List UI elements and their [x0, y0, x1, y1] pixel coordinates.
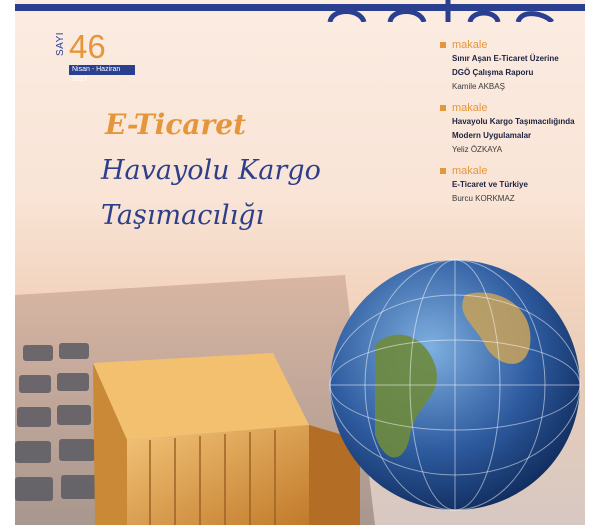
- article-tag: makale: [440, 38, 585, 52]
- article-author: Yeliz ÖZKAYA: [452, 145, 503, 154]
- tag-square-icon: [440, 42, 446, 48]
- article-title-line: DGÖ Çalışma Raporu: [452, 68, 534, 77]
- article-item: makale Havayolu Kargo Taşımacılığında Mo…: [440, 101, 585, 156]
- article-author: Kamile AKBAŞ: [452, 82, 505, 91]
- article-title-line: E-Ticaret ve Türkiye: [452, 180, 528, 189]
- issue-label: SAYI: [55, 31, 66, 56]
- cover-illustration: [15, 259, 581, 525]
- globe-icon: [329, 259, 581, 511]
- tag-square-icon: [440, 105, 446, 111]
- article-tag-label: makale: [452, 39, 488, 51]
- article-author: Burcu KORKMAZ: [452, 194, 515, 203]
- article-tag: makale: [440, 101, 585, 115]
- article-item: makale E-Ticaret ve Türkiye Burcu KORKMA…: [440, 164, 585, 205]
- article-item: makale Sınır Aşan E-Ticaret Üzerine DGÖ …: [440, 38, 585, 93]
- article-tag-label: makale: [452, 165, 488, 177]
- issue-info: SAYI 46 Nisan - Haziran 2017: [53, 28, 137, 83]
- article-tag: makale: [440, 164, 585, 178]
- masthead-logo-fragment: [327, 0, 554, 22]
- magazine-cover: SAYI 46 Nisan - Haziran 2017 E-Ticaret H…: [15, 0, 585, 525]
- article-tag-label: makale: [452, 102, 488, 114]
- issue-number: 46: [69, 28, 106, 65]
- cover-headline: E-Ticaret Havayolu Kargo Taşımacılığı: [15, 108, 415, 248]
- article-list: makale Sınır Aşan E-Ticaret Üzerine DGÖ …: [440, 38, 585, 213]
- article-title-line: Havayolu Kargo Taşımacılığında: [452, 117, 575, 126]
- issue-date: Nisan - Haziran 2017: [69, 65, 135, 83]
- cover-subtitle-line1: Havayolu Kargo: [101, 155, 321, 186]
- tag-square-icon: [440, 168, 446, 174]
- article-title-line: Modern Uygulamalar: [452, 131, 532, 140]
- cover-title: E-Ticaret: [105, 108, 247, 141]
- article-title-line: Sınır Aşan E-Ticaret Üzerine: [452, 54, 559, 63]
- cover-subtitle-line2: Taşımacılığı: [101, 200, 265, 231]
